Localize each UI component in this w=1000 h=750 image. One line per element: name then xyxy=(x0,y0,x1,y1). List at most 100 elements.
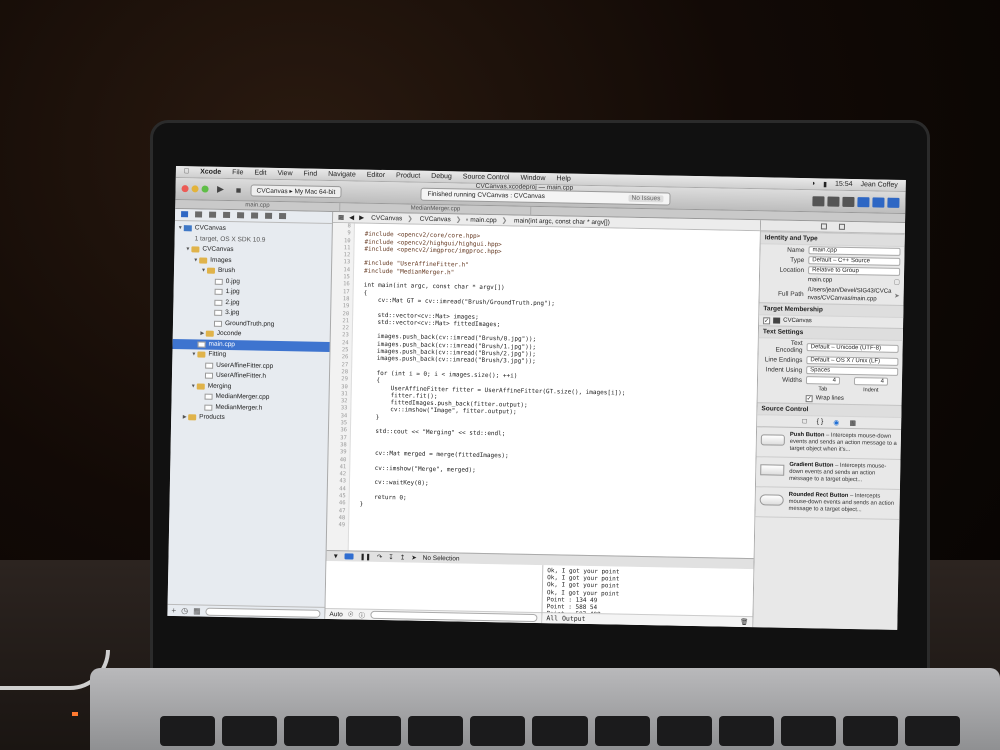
target-checkbox[interactable]: ✓ xyxy=(763,316,771,324)
debug-navigator-icon[interactable] xyxy=(251,212,259,219)
push-button-thumbnail xyxy=(760,434,785,446)
location-icon[interactable]: ➤ xyxy=(411,554,417,562)
file-inspector-icon[interactable] xyxy=(820,223,828,230)
quick-help-icon[interactable] xyxy=(838,223,846,230)
reveal-icon[interactable]: ➤ xyxy=(894,292,900,300)
scheme-selector[interactable]: CVCanvas ▸ My Mac 64-bit xyxy=(250,183,342,198)
encoding-select[interactable]: Default – Unicode (UTF-8) xyxy=(806,343,899,353)
navigator-item-label: 2.jpg xyxy=(225,298,240,306)
destination-label: My Mac 64-bit xyxy=(294,187,336,196)
toggle-debug-icon[interactable] xyxy=(872,196,885,208)
menu-file[interactable]: File xyxy=(232,169,243,176)
code-snippet-icon[interactable]: { } xyxy=(817,418,824,425)
menu-find[interactable]: Find xyxy=(303,170,317,177)
file-icon xyxy=(204,404,213,411)
trash-icon[interactable]: 🗑 xyxy=(740,618,748,626)
menu-source-control[interactable]: Source Control xyxy=(463,174,510,182)
back-icon[interactable]: ◀ xyxy=(349,213,354,221)
step-over-icon[interactable]: ↷ xyxy=(377,553,383,561)
file-template-icon[interactable]: □ xyxy=(802,418,806,425)
menu-user[interactable]: Jean Coffey xyxy=(860,181,897,190)
breakpoints-toggle-icon[interactable] xyxy=(344,553,355,560)
navigator-project-root[interactable]: ▼ CVCanvas 1 target, OS X SDK 10.9 xyxy=(175,223,332,247)
issues-badge[interactable]: No Issues xyxy=(628,194,664,203)
version-editor-icon[interactable] xyxy=(842,196,855,207)
issue-navigator-icon[interactable] xyxy=(223,211,231,219)
standard-editor-icon[interactable] xyxy=(812,195,825,206)
related-items-icon[interactable]: ▦ xyxy=(338,213,344,221)
forward-icon[interactable]: ▶ xyxy=(359,214,364,222)
eye-icon[interactable]: ☉ xyxy=(348,610,354,618)
menu-editor[interactable]: Editor xyxy=(367,172,385,179)
navigator-filter-field[interactable] xyxy=(205,607,321,618)
menu-product[interactable]: Product xyxy=(396,172,420,179)
menu-clock[interactable]: 15:54 xyxy=(835,180,853,188)
key xyxy=(284,716,340,746)
variables-view[interactable]: Auto ☉ ⓘ xyxy=(325,560,544,624)
toggle-utilities-icon[interactable] xyxy=(887,197,900,208)
battery-icon[interactable]: ▮ xyxy=(823,180,827,188)
media-library-icon[interactable]: ▦ xyxy=(849,418,856,426)
log-navigator-icon[interactable] xyxy=(279,212,287,220)
menu-window[interactable]: Window xyxy=(520,175,545,182)
console-filter-selector[interactable]: All Output xyxy=(546,614,585,623)
status-text: Finished running CVCanvas : CVCanvas xyxy=(427,190,545,201)
assistant-editor-icon[interactable] xyxy=(827,196,840,207)
tab-width-field[interactable]: 4 xyxy=(805,376,841,385)
recent-icon[interactable]: ◷ xyxy=(181,606,188,615)
stop-button[interactable]: ■ xyxy=(232,184,244,196)
indent-width-field[interactable]: 4 xyxy=(853,377,889,386)
console-output[interactable]: Ok, I got your point Ok, I got your point… xyxy=(542,565,754,628)
scope-selector[interactable]: Auto xyxy=(329,611,343,618)
add-icon[interactable]: + xyxy=(171,606,176,615)
test-navigator-icon[interactable] xyxy=(237,212,245,219)
menu-view[interactable]: View xyxy=(277,170,292,177)
object-library-icon[interactable]: ◉ xyxy=(833,418,839,426)
code-text[interactable]: #include <opencv2/core/core.hpp> #include… xyxy=(349,223,629,555)
breadcrumb-function[interactable]: main(int argc, const char * argv[]) xyxy=(512,217,610,226)
library-item[interactable]: Rounded Rect Button – Intercepts mouse-d… xyxy=(755,487,900,520)
toggle-navigator-icon[interactable] xyxy=(857,196,870,207)
menu-app-name[interactable]: Xcode xyxy=(200,168,221,175)
find-navigator-icon[interactable] xyxy=(209,211,217,218)
menu-navigate[interactable]: Navigate xyxy=(328,171,356,179)
menu-edit[interactable]: Edit xyxy=(254,170,266,177)
breakpoint-navigator-icon[interactable] xyxy=(265,212,273,219)
breadcrumb-project[interactable]: CVCanvas xyxy=(369,214,402,222)
project-navigator-icon[interactable] xyxy=(181,211,189,218)
scm-filter-icon[interactable]: ▦ xyxy=(193,606,201,615)
zoom-window-button[interactable] xyxy=(201,185,209,193)
minimize-window-button[interactable] xyxy=(191,185,199,193)
wrap-checkbox[interactable]: ✓ xyxy=(805,394,813,402)
step-out-icon[interactable]: ↥ xyxy=(400,553,406,561)
close-window-button[interactable] xyxy=(181,185,189,193)
menu-debug[interactable]: Debug xyxy=(431,173,452,180)
tab-caption: Tab xyxy=(818,386,828,393)
wifi-icon[interactable]: ◑ xyxy=(811,180,815,188)
breadcrumb-file[interactable]: main.cpp xyxy=(466,216,497,224)
xcode-window:  Xcode File Edit View Find Navigate Edi… xyxy=(167,166,906,630)
file-icon xyxy=(466,218,469,221)
menu-help[interactable]: Help xyxy=(556,175,571,182)
utilities-inspector: Identity and Type Name main.cpp Type Defau… xyxy=(753,220,906,630)
folder-icon[interactable]: ▢ xyxy=(894,278,900,286)
library-item[interactable]: Push Button – Intercepts mouse-down even… xyxy=(756,427,902,460)
breadcrumb-group[interactable]: CVCanvas xyxy=(418,215,451,223)
step-in-icon[interactable]: ↧ xyxy=(388,553,394,561)
navigator-item-label: Joconde xyxy=(216,329,242,338)
apple-icon[interactable]:  xyxy=(184,168,189,175)
info-icon[interactable]: ⓘ xyxy=(359,610,366,620)
run-button[interactable]: ▶ xyxy=(214,183,226,195)
file-icon xyxy=(205,362,214,369)
project-icon xyxy=(183,225,192,232)
source-editor[interactable]: 8 9 10 11 12 13 14 15 16 17 18 19 20 21 22 23 24 25 26 27 28… xyxy=(326,223,760,559)
pause-icon[interactable]: ❚❚ xyxy=(360,553,371,561)
menu-extras: ◑ ▮ 15:54 Jean Coffey xyxy=(811,180,898,190)
hide-debug-area-icon[interactable]: ▼ xyxy=(332,553,339,560)
navigator-item[interactable]: ▶ Products xyxy=(171,412,328,426)
symbol-navigator-icon[interactable] xyxy=(195,211,203,218)
file-icon xyxy=(214,278,223,285)
library-item[interactable]: Gradient Button – Intercepts mouse-down … xyxy=(755,457,901,490)
